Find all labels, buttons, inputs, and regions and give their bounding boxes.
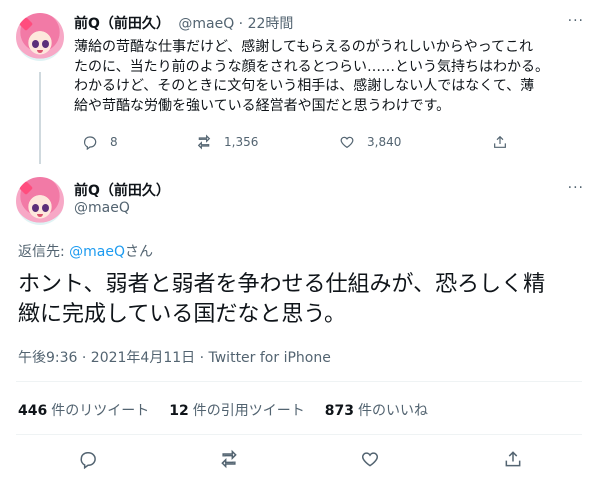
- avatar[interactable]: [16, 13, 64, 61]
- tweet1-line: わかるけど、そのときに文句をいう相手は、感謝しない人ではなくて、薄: [74, 78, 535, 94]
- reply-to-suffix: さん: [125, 244, 154, 260]
- tweet1-like-button[interactable]: 3,840: [339, 134, 401, 150]
- tweet2-line: 緻に完成している国だなと思う。: [18, 302, 347, 327]
- share-icon: [494, 135, 506, 148]
- tweet1-reply-button[interactable]: 8: [82, 134, 118, 150]
- tweet2-display-name[interactable]: 前Q（前田久）: [74, 180, 170, 200]
- likes-count: 873: [324, 403, 354, 419]
- tweet2-source[interactable]: Twitter for iPhone: [209, 350, 331, 366]
- tweet2-handle[interactable]: @maeQ: [74, 200, 130, 216]
- tweet1-line: 薄給の苛酷な仕事だけど、感謝してもらえるのがうれしいからやってこれ: [74, 39, 534, 55]
- share-icon[interactable]: [503, 449, 523, 469]
- tweet2-datetime[interactable]: 午後9:36 · 2021年4月11日 ·: [18, 350, 209, 366]
- avatar-ribbon: [18, 16, 34, 32]
- quotes-count: 12: [169, 403, 189, 419]
- tweet1-reply-count: 8: [110, 135, 118, 149]
- retweets-label: 件のリツイート: [51, 403, 150, 419]
- avatar-eye-left: [32, 40, 39, 48]
- like-icon: [340, 136, 354, 149]
- reply-icon: [84, 136, 97, 150]
- retweet-icon[interactable]: [219, 449, 239, 469]
- tweet2-line: ホント、弱者と弱者を争わせる仕組みが、恐ろしく精: [18, 272, 546, 297]
- tweet1-retweet-count: 1,356: [224, 135, 259, 149]
- tweet2-name-text: 前Q（前田久）: [74, 183, 170, 199]
- tweet1-retweet-button[interactable]: 1,356: [196, 134, 258, 150]
- reply-to-prefix: 返信先:: [18, 244, 70, 260]
- likes-stat[interactable]: 873 件のいいね: [325, 400, 428, 420]
- tweet2-meta: 午後9:36 · 2021年4月11日 · Twitter for iPhone: [18, 347, 331, 367]
- avatar-mouth: [37, 214, 43, 217]
- tweet1-header: 前Q（前田久） @maeQ · 22時間: [74, 13, 293, 33]
- divider: [16, 434, 582, 435]
- tweet1-actions: 8 1,356 3,840: [74, 134, 506, 154]
- retweets-count: 446: [18, 403, 48, 419]
- avatar-eye-right: [42, 40, 49, 48]
- tweet2-text: ホント、弱者と弱者を争わせる仕組みが、恐ろしく精 緻に完成している国だなと思う。: [18, 270, 583, 330]
- tweet1-like-count: 3,840: [367, 135, 402, 149]
- retweet-icon: [197, 134, 211, 150]
- tweet2-actions: [18, 449, 583, 471]
- quotes-stat[interactable]: 12 件の引用ツイート: [169, 400, 304, 420]
- quotes-label: 件の引用ツイート: [192, 403, 305, 419]
- tweet1-text: 薄給の苛酷な仕事だけど、感謝してもらえるのがうれしいからやってこれ たのに、当た…: [74, 38, 584, 116]
- avatar[interactable]: [16, 177, 64, 225]
- tweet1-time[interactable]: 22時間: [248, 16, 294, 32]
- likes-label: 件のいいね: [357, 403, 428, 419]
- divider: [16, 381, 582, 382]
- more-icon[interactable]: ···: [568, 180, 584, 196]
- tweet1-share-button[interactable]: [492, 134, 508, 150]
- reply-to-link[interactable]: @maeQ: [69, 244, 125, 260]
- avatar-eye-left: [32, 204, 39, 212]
- tweet1-handle[interactable]: @maeQ: [178, 16, 234, 32]
- retweets-stat[interactable]: 446 件のリツイート: [18, 400, 149, 420]
- thread-line: [39, 72, 41, 164]
- reply-icon[interactable]: [78, 449, 98, 469]
- tweet1-display-name[interactable]: 前Q（前田久）: [74, 16, 170, 32]
- like-icon[interactable]: [360, 449, 380, 469]
- tweet2-stats: 446 件のリツイート 12 件の引用ツイート 873 件のいいね: [18, 400, 428, 420]
- tweet1-separator: ·: [238, 16, 244, 32]
- reply-to: 返信先: @maeQさん: [18, 241, 153, 261]
- avatar-eye-right: [42, 204, 49, 212]
- tweet1-line: 給や苛酷な労働を強いている経営者や国だと思うわけです。: [74, 97, 451, 114]
- avatar-ribbon: [18, 180, 34, 196]
- tweet1-line: たのに、当たり前のような顔をされるとつらい……という気持ちはわかる。: [74, 58, 550, 75]
- avatar-mouth: [37, 50, 43, 53]
- more-icon[interactable]: ···: [568, 13, 584, 29]
